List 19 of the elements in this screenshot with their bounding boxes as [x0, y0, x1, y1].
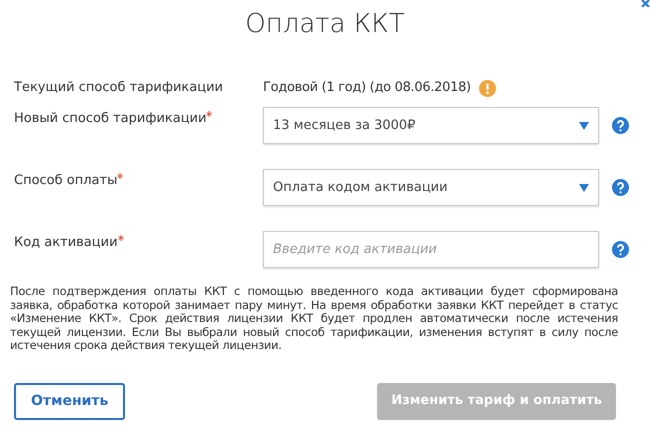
help-icon[interactable]	[612, 241, 629, 258]
dropdown[interactable]: Оплата кодом активации	[263, 169, 599, 206]
field-label: Новый способ тарификации	[14, 110, 206, 128]
close-icon[interactable]	[641, 0, 650, 7]
dropdown[interactable]: 13 месяцев за 3000₽	[263, 107, 599, 144]
help-icon[interactable]	[612, 179, 629, 196]
dropdown-value: Оплата кодом активации	[273, 178, 448, 197]
field-label: Способ оплаты	[14, 172, 118, 190]
field-label: Код активации	[14, 234, 118, 252]
dropdown-value: 13 месяцев за 3000₽	[273, 116, 416, 135]
caret-icon	[579, 122, 589, 130]
caret-icon	[579, 184, 589, 192]
info-paragraph: После подтверждения оплаты ККТ с помощью введенного кода активации будет сформирована заявка, обработка которой занимает пару минут. На время обработки заявки ККТ перейдет в статус «Изменение ККТ». Срок действия лицензии ККТ будет продлен автоматически после истечения текущей лицензии. Если Вы выбрали новый способ тарификации, изменения вступят в силу после истечения срока действия текущей лицензии.	[10, 285, 618, 352]
dialog-title: Оплата ККТ	[245, 8, 405, 41]
current-tariff: Годовой (1 год) (до 08.06.2018)	[263, 79, 471, 98]
cancel-button[interactable]: Отменить	[14, 382, 126, 420]
help-icon[interactable]	[612, 117, 629, 134]
field-label: Текущий способ тарификации	[13, 79, 224, 98]
input-field[interactable]: Введите код активации	[263, 231, 599, 268]
